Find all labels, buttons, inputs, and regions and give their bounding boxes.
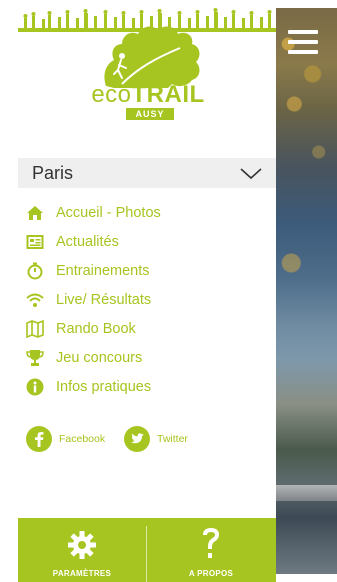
nav-item-jeu-concours[interactable]: Jeu concours: [26, 343, 271, 372]
menu-bar-top: [288, 30, 318, 34]
brand-wordmark: ecoTRAIL: [88, 81, 208, 109]
drawer-footer: PARAMÈTRES A PROPOS: [18, 518, 276, 582]
newspaper-icon: [26, 234, 44, 249]
facebook-label: Facebook: [59, 433, 106, 445]
chevron-down-icon: [240, 168, 262, 180]
map-icon: [26, 319, 44, 338]
navigation-drawer: ecoTRAIL AUSY Paris Accueil - Photos Act…: [18, 8, 276, 582]
nav-item-label: Jeu concours: [56, 349, 143, 366]
question-mark-icon: [203, 528, 219, 558]
social-links: Facebook Twitter: [26, 426, 276, 456]
city-selector-value: Paris: [32, 163, 74, 183]
menu-bar-middle: [288, 40, 318, 44]
facebook-link[interactable]: Facebook: [26, 426, 105, 452]
menu-bar-bottom: [288, 50, 318, 54]
runners-silhouette-icon: [18, 8, 276, 32]
nav-item-actualites[interactable]: Actualités: [26, 227, 271, 256]
wifi-icon: [26, 293, 44, 307]
brand-trail: TRAIL: [131, 81, 205, 108]
twitter-icon: [124, 426, 150, 452]
gear-icon: [68, 531, 96, 559]
twitter-link[interactable]: Twitter: [124, 426, 188, 452]
nav-item-label: Infos pratiques: [56, 378, 152, 395]
stopwatch-icon: [27, 262, 43, 279]
ecotrail-logo: ecoTRAIL AUSY: [18, 8, 276, 158]
nav-item-label: Live/ Résultats: [56, 291, 152, 308]
settings-button[interactable]: PARAMÈTRES: [18, 518, 146, 582]
nav-item-infos-pratiques[interactable]: Infos pratiques: [26, 372, 271, 401]
facebook-icon: [26, 426, 52, 452]
nav-item-label: Entrainements: [56, 262, 150, 279]
about-button[interactable]: A PROPOS: [147, 518, 275, 582]
trophy-icon: [26, 349, 44, 366]
nav-item-label: Rando Book: [56, 320, 136, 337]
brand-eco: eco: [91, 81, 132, 108]
nav-menu: Accueil - Photos Actualités Entrainement…: [26, 198, 271, 401]
info-icon: [26, 378, 44, 395]
hamburger-menu-icon[interactable]: [286, 28, 322, 60]
nav-item-accueil[interactable]: Accueil - Photos: [26, 198, 271, 227]
nav-item-live-resultats[interactable]: Live/ Résultats: [26, 285, 271, 314]
nav-item-label: Accueil - Photos: [56, 204, 161, 221]
city-selector[interactable]: Paris: [18, 158, 276, 188]
brand-sponsor: AUSY: [126, 108, 174, 120]
twitter-label: Twitter: [157, 433, 188, 445]
nav-item-rando-book[interactable]: Rando Book: [26, 314, 271, 343]
background-bridge: [276, 485, 337, 501]
nav-item-label: Actualités: [56, 233, 119, 250]
home-icon: [27, 205, 43, 220]
nav-item-entrainements[interactable]: Entrainements: [26, 256, 271, 285]
